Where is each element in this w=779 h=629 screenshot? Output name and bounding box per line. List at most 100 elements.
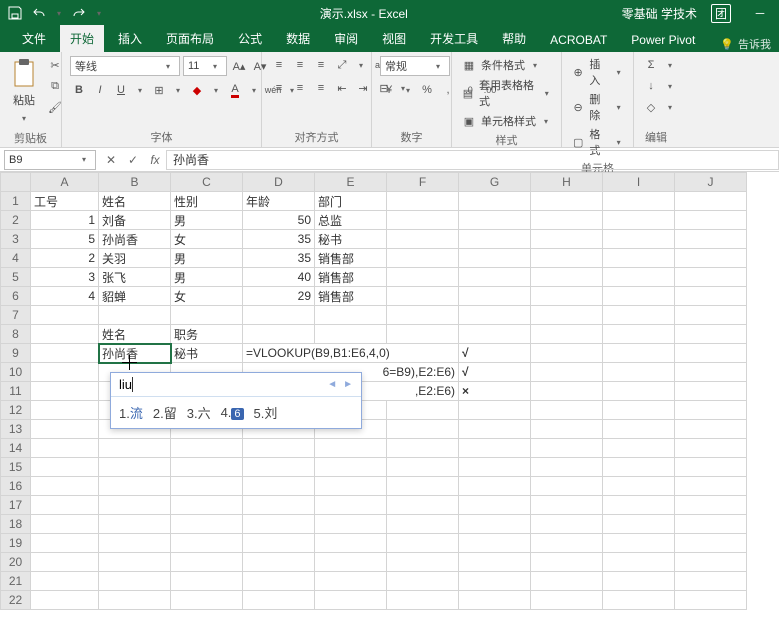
fill-color-icon[interactable]: ◆ xyxy=(188,81,206,99)
col-header[interactable]: H xyxy=(531,173,603,192)
paste-button[interactable]: 粘贴▾ xyxy=(8,56,40,128)
table-row: 8姓名职务 xyxy=(1,325,747,344)
save-icon[interactable] xyxy=(4,2,26,24)
tab-file[interactable]: 文件 xyxy=(12,25,56,52)
tell-me[interactable]: 💡告诉我 xyxy=(720,36,779,52)
ime-cand[interactable]: 3.六 xyxy=(187,403,211,422)
tab-view[interactable]: 视图 xyxy=(372,25,416,52)
group-number: 常规▾ ¥▾ % , .0 .00 数字 xyxy=(372,52,452,147)
table-row: 21刘备男50总监 xyxy=(1,211,747,230)
ribbon: 粘贴▾ ✂ ⧉ 🖌 剪贴板 等线▾ 11▾ A▴ A▾ B I U ▾ ⊞▾ xyxy=(0,52,779,148)
cond-format-icon: ▦ xyxy=(460,56,478,74)
format-table-button[interactable]: ▤套用表格格式▾ xyxy=(460,77,553,109)
active-cell[interactable]: 孙尚香 xyxy=(99,344,171,363)
col-header[interactable]: E xyxy=(315,173,387,192)
col-header[interactable]: A xyxy=(31,173,99,192)
ime-cand[interactable]: 1.流 xyxy=(119,403,143,422)
indent-inc-icon[interactable]: ⇥ xyxy=(354,79,372,97)
table-row: 64貂蝉女29销售部 xyxy=(1,287,747,306)
table-row: 17 xyxy=(1,496,747,515)
col-header[interactable]: J xyxy=(675,173,747,192)
font-color-icon[interactable]: A xyxy=(226,81,244,99)
autosum-icon[interactable]: Σ xyxy=(642,56,660,74)
tab-review[interactable]: 审阅 xyxy=(324,25,368,52)
border-icon[interactable]: ⊞ xyxy=(150,81,168,99)
insert-cells-button[interactable]: ⊕插入▾ xyxy=(570,56,625,88)
font-name-combo[interactable]: 等线▾ xyxy=(70,56,180,76)
align-left-icon[interactable]: ≡ xyxy=(270,79,288,97)
grow-font-icon[interactable]: A▴ xyxy=(230,57,248,75)
delete-cells-button[interactable]: ⊖删除▾ xyxy=(570,91,625,123)
delete-icon: ⊖ xyxy=(570,98,586,116)
tab-insert[interactable]: 插入 xyxy=(108,25,152,52)
col-header[interactable]: D xyxy=(243,173,315,192)
ime-cand[interactable]: 4.6 xyxy=(221,405,244,420)
col-header[interactable]: B xyxy=(99,173,171,192)
col-header[interactable]: I xyxy=(603,173,675,192)
table-format-icon: ▤ xyxy=(460,84,476,102)
quick-access-toolbar: ▾ ▾ xyxy=(4,2,106,24)
cell-styles-button[interactable]: ▣单元格样式▾ xyxy=(460,112,553,130)
fx-icon[interactable]: fx xyxy=(144,153,166,167)
tab-data[interactable]: 数据 xyxy=(276,25,320,52)
ime-prev-icon[interactable]: ◄ xyxy=(327,379,337,390)
tab-acrobat[interactable]: ACROBAT xyxy=(540,28,617,52)
font-size-combo[interactable]: 11▾ xyxy=(183,56,227,76)
ime-input-text[interactable]: liu xyxy=(119,377,133,392)
table-row: 1工号姓名性别年龄部门 xyxy=(1,192,747,211)
table-row: 20 xyxy=(1,553,747,572)
formula-bar[interactable]: 孙尚香 xyxy=(166,150,779,170)
row-header[interactable]: 1 xyxy=(1,192,31,211)
tab-layout[interactable]: 页面布局 xyxy=(156,25,224,52)
align-bottom-icon[interactable]: ≡ xyxy=(312,56,330,74)
group-cells: ⊕插入▾ ⊖删除▾ ▢格式▾ 单元格 xyxy=(562,52,634,147)
redo-icon[interactable] xyxy=(68,2,90,24)
table-row: 42关羽男35销售部 xyxy=(1,249,747,268)
tab-help[interactable]: 帮助 xyxy=(492,25,536,52)
align-top-icon[interactable]: ≡ xyxy=(270,56,288,74)
undo-dropdown-icon[interactable]: ▾ xyxy=(52,5,66,21)
col-header[interactable]: F xyxy=(387,173,459,192)
table-row: 53张飞男40销售部 xyxy=(1,268,747,287)
worksheet-grid[interactable]: A B C D E F G H I J 1工号姓名性别年龄部门 21刘备男50总… xyxy=(0,172,779,629)
ime-cand[interactable]: 5.刘 xyxy=(254,403,278,422)
select-all-corner[interactable] xyxy=(1,173,31,192)
table-row: 7 xyxy=(1,306,747,325)
indent-dec-icon[interactable]: ⇤ xyxy=(333,79,351,97)
ribbon-tabs: 文件 开始 插入 页面布局 公式 数据 审阅 视图 开发工具 帮助 ACROBA… xyxy=(0,26,779,52)
tab-pivot[interactable]: Power Pivot xyxy=(621,28,705,52)
align-middle-icon[interactable]: ≡ xyxy=(291,56,309,74)
tab-dev[interactable]: 开发工具 xyxy=(420,25,488,52)
percent-icon[interactable]: % xyxy=(418,81,436,99)
orientation-icon[interactable]: ⤢ xyxy=(333,56,351,74)
tab-formulas[interactable]: 公式 xyxy=(228,25,272,52)
group-clipboard: 粘贴▾ ✂ ⧉ 🖌 剪贴板 xyxy=(0,52,62,147)
col-header[interactable]: C xyxy=(171,173,243,192)
italic-button[interactable]: I xyxy=(91,81,109,99)
cond-format-button[interactable]: ▦条件格式▾ xyxy=(460,56,542,74)
align-center-icon[interactable]: ≡ xyxy=(291,79,309,97)
fill-icon[interactable]: ↓ xyxy=(642,77,660,95)
table-row: 16 xyxy=(1,477,747,496)
tab-home[interactable]: 开始 xyxy=(60,25,104,52)
currency-icon[interactable]: ¥ xyxy=(380,81,398,99)
bulb-icon: 💡 xyxy=(720,38,734,51)
table-row: 22 xyxy=(1,591,747,610)
qat-customize-icon[interactable]: ▾ xyxy=(92,5,106,21)
col-header[interactable]: G xyxy=(459,173,531,192)
cancel-icon[interactable]: ✕ xyxy=(100,149,122,171)
clear-icon[interactable]: ◇ xyxy=(642,98,660,116)
undo-icon[interactable] xyxy=(28,2,50,24)
bold-button[interactable]: B xyxy=(70,81,88,99)
table-row: 35孙尚香女35秘书 xyxy=(1,230,747,249)
ime-cand[interactable]: 2.留 xyxy=(153,403,177,422)
number-format-combo[interactable]: 常规▾ xyxy=(380,56,450,76)
underline-button[interactable]: U xyxy=(112,81,130,99)
chevron-down-icon: ▾ xyxy=(17,110,31,126)
enter-icon[interactable]: ✓ xyxy=(122,149,144,171)
minimize-icon[interactable]: ─ xyxy=(745,2,775,24)
ime-next-icon[interactable]: ► xyxy=(343,379,353,390)
name-box[interactable]: B9▾ xyxy=(4,150,96,170)
table-row: 14 xyxy=(1,439,747,458)
align-right-icon[interactable]: ≡ xyxy=(312,79,330,97)
